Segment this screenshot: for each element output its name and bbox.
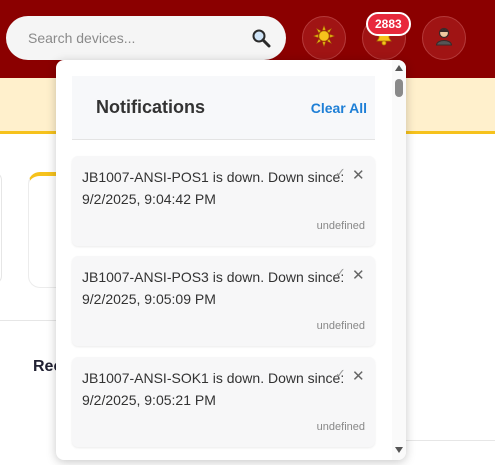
search-input[interactable] bbox=[28, 30, 250, 46]
scrollbar-thumb[interactable] bbox=[395, 79, 403, 97]
check-icon[interactable]: ✓ bbox=[335, 265, 346, 281]
scroll-down-arrow-icon[interactable] bbox=[395, 447, 403, 453]
dashboard-card bbox=[0, 172, 2, 284]
check-icon[interactable]: ✓ bbox=[335, 366, 346, 382]
profile-button[interactable] bbox=[422, 16, 466, 60]
notification-meta: undefined bbox=[316, 220, 365, 232]
notification-meta: undefined bbox=[316, 421, 365, 433]
notification-message: JB1007-ANSI-POS1 is down. Down since: 9/… bbox=[82, 169, 345, 207]
search-icon[interactable] bbox=[250, 27, 272, 49]
check-icon[interactable]: ✓ bbox=[335, 165, 346, 181]
clear-all-button[interactable]: Clear All bbox=[311, 100, 367, 116]
notifications-header: Notifications Clear All bbox=[72, 76, 375, 140]
scroll-up-arrow-icon[interactable] bbox=[395, 65, 403, 71]
notification-item[interactable]: JB1007-ANSI-POS1 is down. Down since: 9/… bbox=[72, 156, 375, 246]
notifications-dropdown: Notifications Clear All JB1007-ANSI-POS1… bbox=[56, 60, 406, 460]
close-icon[interactable]: ✕ bbox=[352, 168, 365, 184]
notifications-title: Notifications bbox=[96, 97, 206, 117]
notification-count-badge: 2883 bbox=[366, 12, 411, 36]
device-search-box[interactable] bbox=[6, 16, 286, 60]
sun-icon bbox=[313, 24, 335, 52]
notification-message: JB1007-ANSI-SOK1 is down. Down since: 9/… bbox=[82, 370, 345, 408]
notification-message: JB1007-ANSI-POS3 is down. Down since: 9/… bbox=[82, 269, 345, 307]
close-icon[interactable]: ✕ bbox=[352, 268, 365, 284]
notification-meta: undefined bbox=[316, 320, 365, 332]
user-icon bbox=[433, 25, 455, 52]
notification-item[interactable]: JB1007-ANSI-SOK1 is down. Down since: 9/… bbox=[72, 357, 375, 447]
scrollbar[interactable] bbox=[392, 60, 406, 460]
theme-toggle-button[interactable] bbox=[302, 16, 346, 60]
close-icon[interactable]: ✕ bbox=[352, 369, 365, 385]
notification-item[interactable]: JB1007-ANSI-POS3 is down. Down since: 9/… bbox=[72, 256, 375, 346]
